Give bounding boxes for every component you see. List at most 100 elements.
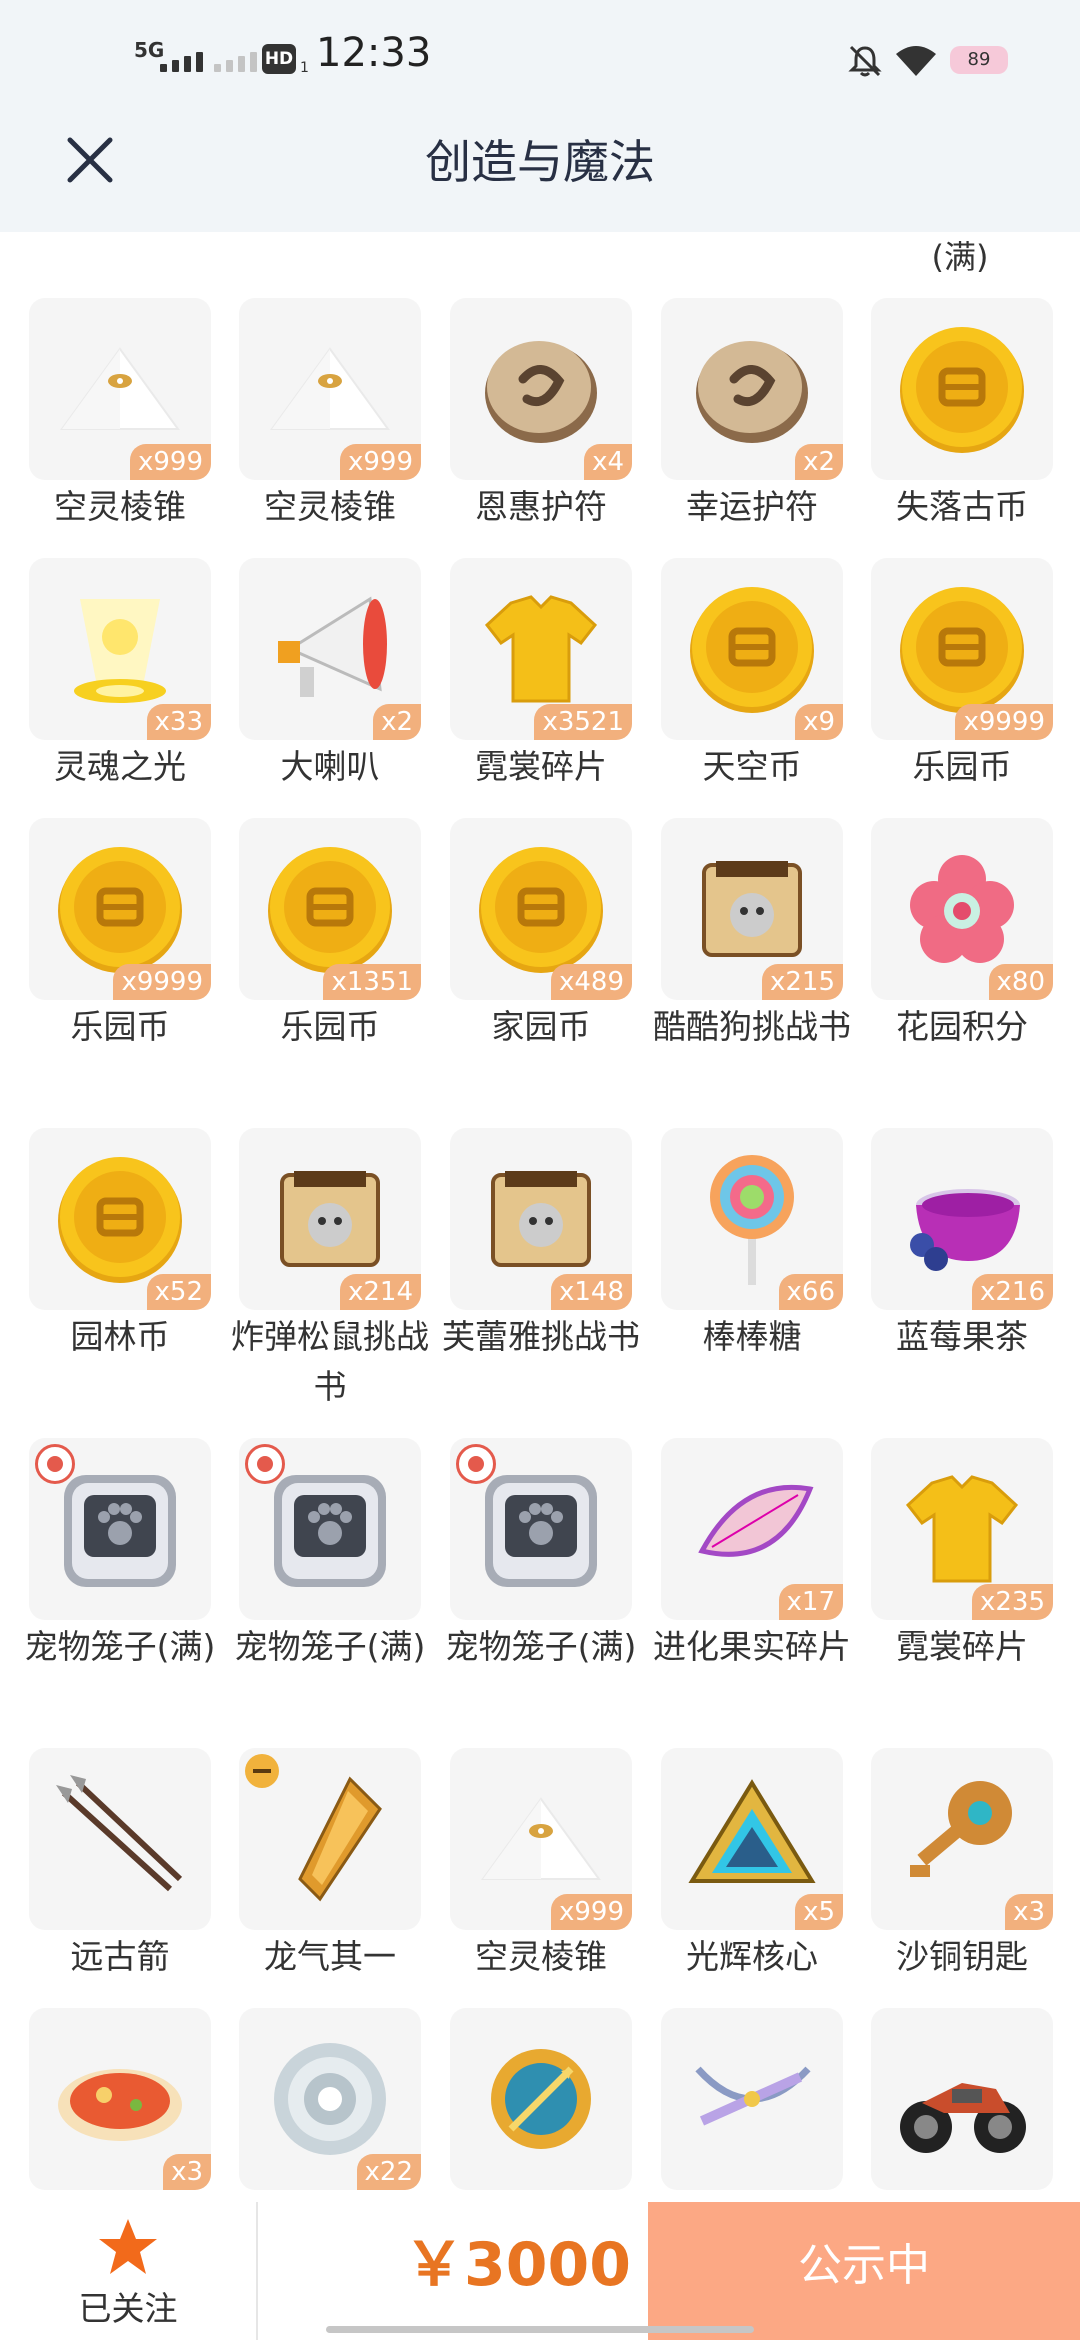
item-tile[interactable]: x3 xyxy=(29,2008,211,2190)
item-card[interactable]: x9999 乐园币 xyxy=(871,558,1053,792)
item-card[interactable] xyxy=(661,2008,843,2190)
item-label: 失落古币 xyxy=(896,487,1028,526)
item-tile[interactable]: x216 xyxy=(871,1128,1053,1310)
item-grid[interactable]: (满) x999 空灵棱锥 x999 空灵棱锥 x4 恩惠护符 x2 幸运护符 失落古币 x33 灵… xyxy=(0,232,1080,2202)
status-button[interactable]: 公示中 xyxy=(648,2202,1080,2340)
item-tile[interactable] xyxy=(29,1438,211,1620)
item-tile[interactable]: x66 xyxy=(661,1128,843,1310)
item-tile[interactable]: x33 xyxy=(29,558,211,740)
signal-secondary-icon xyxy=(214,52,257,72)
item-tile[interactable]: x999 xyxy=(239,298,421,480)
battery-icon: 89 xyxy=(950,46,1008,74)
item-card[interactable]: 失落古币 xyxy=(871,298,1053,532)
item-tile[interactable]: x22 xyxy=(239,2008,421,2190)
item-tile[interactable]: x215 xyxy=(661,818,843,1000)
item-count-badge: x3521 xyxy=(534,704,632,740)
item-tile[interactable] xyxy=(450,1438,632,1620)
item-card[interactable]: x9999 乐园币 xyxy=(29,818,211,1052)
item-tile[interactable]: x5 xyxy=(661,1748,843,1930)
item-card[interactable]: x999 空灵棱锥 xyxy=(450,1748,632,1982)
item-card[interactable]: x17 进化果实碎片 xyxy=(653,1438,851,1672)
item-card[interactable]: x2 幸运护符 xyxy=(661,298,843,532)
item-card[interactable]: x3 xyxy=(29,2008,211,2190)
item-label: 芙蕾雅挑战书 xyxy=(442,1317,640,1356)
item-tile[interactable] xyxy=(661,2008,843,2190)
key-icon xyxy=(910,1781,1012,1877)
item-tile[interactable]: x148 xyxy=(450,1128,632,1310)
partial-item-label: (满) xyxy=(931,238,989,276)
item-tile[interactable]: x9 xyxy=(661,558,843,740)
item-tile[interactable]: x3521 xyxy=(450,558,632,740)
item-tile[interactable]: x4 xyxy=(450,298,632,480)
item-tile[interactable] xyxy=(239,1438,421,1620)
item-card[interactable]: x999 空灵棱锥 xyxy=(239,298,421,532)
item-card[interactable]: x2 大喇叭 xyxy=(239,558,421,792)
item-count-badge: x3 xyxy=(1005,1894,1053,1930)
minus-tag-icon xyxy=(245,1754,279,1788)
bottom-bar: 已关注 ￥3000 公示中 xyxy=(0,2202,1080,2340)
gold-coin-icon xyxy=(268,847,392,973)
item-card[interactable]: 宠物笼子(满) xyxy=(235,1438,425,1672)
item-label: 恩惠护符 xyxy=(475,487,607,526)
item-card[interactable]: x5 光辉核心 xyxy=(661,1748,843,1982)
item-card[interactable]: 远古箭 xyxy=(29,1748,211,1982)
item-card[interactable]: x214 炸弹松鼠挑战书 xyxy=(231,1128,429,1412)
item-card[interactable]: x489 家园币 xyxy=(450,818,632,1052)
item-card[interactable]: x1351 乐园币 xyxy=(239,818,421,1052)
item-tile[interactable] xyxy=(871,298,1053,480)
item-card[interactable]: x3521 霓裳碎片 xyxy=(450,558,632,792)
item-card[interactable]: x148 芙蕾雅挑战书 xyxy=(442,1128,640,1362)
item-tile[interactable]: x489 xyxy=(450,818,632,1000)
item-label: 天空币 xyxy=(702,747,802,786)
paw-tag-icon xyxy=(245,1444,285,1484)
item-tile[interactable]: x214 xyxy=(239,1128,421,1310)
item-tile[interactable]: x1351 xyxy=(239,818,421,1000)
item-card[interactable]: x9 天空币 xyxy=(661,558,843,792)
item-tile[interactable] xyxy=(29,1748,211,1930)
item-count-badge: x2 xyxy=(795,444,843,480)
price: ￥3000 xyxy=(404,2230,631,2300)
item-card[interactable]: x33 灵魂之光 xyxy=(29,558,211,792)
dragon-shard-icon xyxy=(298,1776,382,1902)
item-tile[interactable]: x3 xyxy=(871,1748,1053,1930)
item-tile[interactable]: x2 xyxy=(239,558,421,740)
item-card[interactable]: x4 恩惠护符 xyxy=(450,298,632,532)
home-indicator[interactable] xyxy=(326,2326,754,2333)
item-card[interactable]: 宠物笼子(满) xyxy=(25,1438,215,1672)
item-tile[interactable]: x999 xyxy=(29,298,211,480)
gold-coin-icon xyxy=(58,1157,182,1283)
item-card[interactable]: x216 蓝莓果茶 xyxy=(871,1128,1053,1362)
item-label: 蓝莓果茶 xyxy=(896,1317,1028,1356)
item-tile[interactable]: x80 xyxy=(871,818,1053,1000)
item-tile[interactable] xyxy=(871,2008,1053,2190)
item-card[interactable] xyxy=(871,2008,1053,2190)
item-card[interactable]: x3 沙铜钥匙 xyxy=(871,1748,1053,1982)
item-card[interactable]: x22 xyxy=(239,2008,421,2190)
item-count-badge: x2 xyxy=(373,704,421,740)
item-card[interactable]: x52 园林币 xyxy=(29,1128,211,1362)
item-card[interactable]: x235 霓裳碎片 xyxy=(871,1438,1053,1672)
item-tile[interactable]: x9999 xyxy=(29,818,211,1000)
item-card[interactable]: x215 酷酷狗挑战书 xyxy=(653,818,851,1052)
item-tile[interactable]: x52 xyxy=(29,1128,211,1310)
item-tile[interactable]: x2 xyxy=(661,298,843,480)
item-card[interactable]: 龙气其一 xyxy=(239,1748,421,1982)
item-tile[interactable] xyxy=(450,2008,632,2190)
follow-button[interactable]: 已关注 xyxy=(0,2202,256,2340)
item-card[interactable] xyxy=(450,2008,632,2190)
item-tile[interactable]: x17 xyxy=(661,1438,843,1620)
item-card[interactable]: x66 棒棒糖 xyxy=(661,1128,843,1362)
item-label: 乐园币 xyxy=(280,1007,380,1046)
item-count-badge: x52 xyxy=(146,1274,211,1310)
item-tile[interactable]: x235 xyxy=(871,1438,1053,1620)
item-tile[interactable] xyxy=(239,1748,421,1930)
item-label: 大喇叭 xyxy=(280,747,380,786)
item-card[interactable]: x999 空灵棱锥 xyxy=(29,298,211,532)
megaphone-icon xyxy=(278,596,387,697)
item-card[interactable]: 宠物笼子(满) xyxy=(446,1438,636,1672)
item-count-badge: x33 xyxy=(146,704,211,740)
item-tile[interactable]: x9999 xyxy=(871,558,1053,740)
item-tile[interactable]: x999 xyxy=(450,1748,632,1930)
gold-coin-icon xyxy=(58,847,182,973)
item-card[interactable]: x80 花园积分 xyxy=(871,818,1053,1052)
